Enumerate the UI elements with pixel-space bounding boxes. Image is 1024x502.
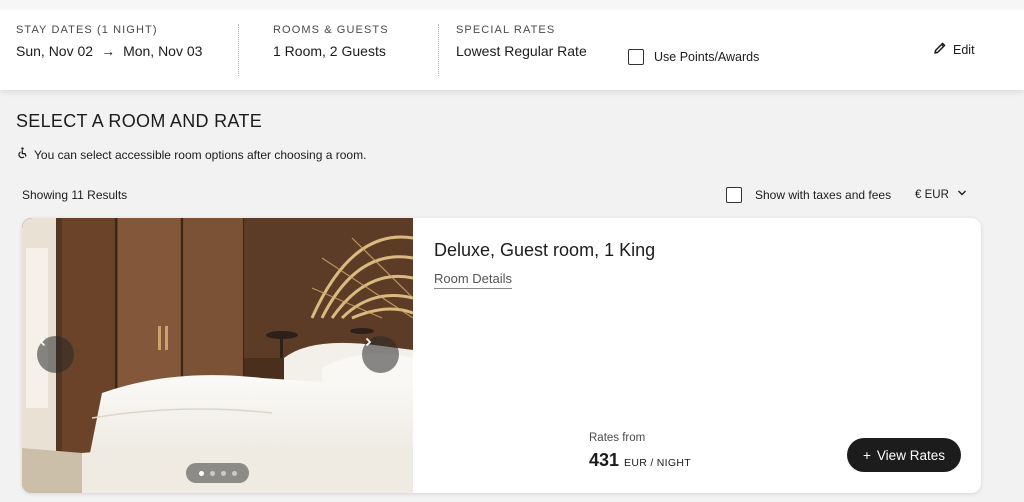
currency-value: € EUR bbox=[915, 189, 949, 201]
view-rates-button[interactable]: + View Rates bbox=[847, 438, 961, 472]
divider bbox=[238, 24, 239, 76]
carousel-next-button[interactable] bbox=[362, 336, 399, 373]
special-rates-value: Lowest Regular Rate bbox=[456, 43, 587, 59]
price-unit: EUR / NIGHT bbox=[624, 457, 691, 469]
top-strip bbox=[0, 0, 1024, 10]
accessible-note-text: You can select accessible room options a… bbox=[34, 147, 367, 162]
chevron-down-icon bbox=[957, 188, 967, 201]
room-photo bbox=[22, 218, 413, 493]
rooms-guests-label: ROOMS & GUESTS bbox=[273, 24, 389, 36]
special-rates-label: SPECIAL RATES bbox=[456, 24, 556, 36]
booking-summary-bar: STAY DATES (1 NIGHT) Sun, Nov 02 → Mon, … bbox=[0, 0, 1024, 90]
view-rates-label: View Rates bbox=[876, 447, 945, 463]
carousel-dot[interactable] bbox=[220, 470, 226, 476]
taxes-toggle[interactable]: Show with taxes and fees bbox=[726, 187, 891, 203]
rates-from-label: Rates from bbox=[589, 432, 646, 444]
carousel-dot[interactable] bbox=[231, 470, 237, 476]
rooms-guests-value: 1 Room, 2 Guests bbox=[273, 43, 386, 59]
use-points-checkbox[interactable] bbox=[628, 49, 644, 65]
rooms-guests-section[interactable]: ROOMS & GUESTS 1 Room, 2 Guests bbox=[273, 24, 389, 74]
price-amount: 431 bbox=[589, 450, 620, 470]
stay-dates-section[interactable]: STAY DATES (1 NIGHT) Sun, Nov 02 → Mon, … bbox=[16, 24, 202, 74]
taxes-label: Show with taxes and fees bbox=[755, 188, 892, 202]
currency-symbol: € bbox=[915, 188, 922, 201]
currency-code: EUR bbox=[924, 188, 949, 201]
wheelchair-icon bbox=[16, 147, 28, 162]
results-count: Showing 11 Results bbox=[22, 188, 128, 202]
stay-dates-label: STAY DATES (1 NIGHT) bbox=[16, 24, 158, 36]
taxes-checkbox[interactable] bbox=[726, 187, 742, 203]
check-out-date: Mon, Nov 03 bbox=[123, 43, 203, 59]
plus-icon: + bbox=[863, 447, 871, 463]
page-title: SELECT A ROOM AND RATE bbox=[16, 111, 262, 131]
price: 431 EUR / NIGHT bbox=[589, 450, 691, 471]
use-points-toggle[interactable]: Use Points/Awards bbox=[628, 49, 759, 65]
carousel-prev-button[interactable] bbox=[37, 336, 74, 373]
special-rates-section[interactable]: SPECIAL RATES Lowest Regular Rate bbox=[456, 24, 587, 74]
room-photo-carousel[interactable] bbox=[22, 218, 413, 493]
accessible-note: You can select accessible room options a… bbox=[16, 147, 366, 162]
edit-button[interactable]: Edit bbox=[933, 41, 975, 58]
arrow-right-icon: → bbox=[101, 43, 116, 59]
use-points-label: Use Points/Awards bbox=[654, 50, 760, 64]
carousel-dot[interactable] bbox=[198, 470, 204, 476]
currency-select[interactable]: € EUR bbox=[915, 188, 967, 201]
room-card: Deluxe, Guest room, 1 King Room Details … bbox=[22, 218, 981, 493]
check-in-date: Sun, Nov 02 bbox=[16, 43, 94, 59]
edit-label: Edit bbox=[953, 42, 975, 57]
carousel-dot[interactable] bbox=[209, 470, 215, 476]
pencil-icon bbox=[933, 41, 947, 58]
divider bbox=[438, 24, 439, 76]
room-name: Deluxe, Guest room, 1 King bbox=[434, 240, 656, 260]
stay-dates-value: Sun, Nov 02 → Mon, Nov 03 bbox=[16, 43, 202, 59]
room-details-link[interactable]: Room Details bbox=[434, 271, 513, 289]
carousel-indicator bbox=[186, 463, 249, 483]
